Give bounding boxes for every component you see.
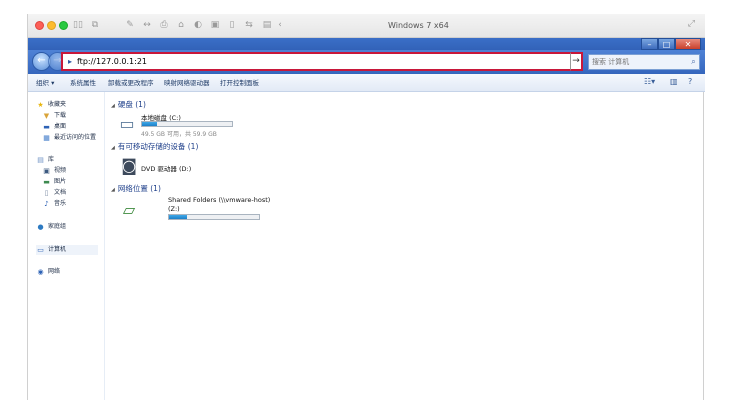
drive-c-usage-bar (141, 121, 233, 127)
address-bar[interactable]: ▸ ▾ (61, 52, 582, 71)
nav-label: 文档 (54, 189, 67, 196)
homegroup-icon: ● (37, 223, 44, 231)
nav-item-desktop[interactable]: ▬ 桌面 (42, 122, 66, 132)
camera-icon[interactable]: ▣ (209, 19, 221, 32)
search-icon[interactable]: ⌕ (688, 57, 699, 67)
nav-label: 视频 (54, 167, 67, 174)
system-properties-button[interactable]: 系统属性 (70, 78, 96, 88)
group-label: 硬盘 (1) (117, 100, 146, 109)
printer-icon[interactable]: ⎙ (158, 19, 170, 32)
content-area: ◢ 硬盘 (1) ▭ 本地磁盘 (C:) 49.5 GB 可用，共 59.9 GB… (106, 92, 705, 400)
view-options-icon[interactable]: ☷▾ (644, 77, 655, 86)
music-icon: ♪ (44, 200, 49, 208)
command-bar: 组织 ▾ 系统属性 卸载或更改程序 映射网络驱动器 打开控制面板 ☷▾ ▥ ? (28, 74, 705, 92)
nav-item-homegroup[interactable]: ● 家庭组 (36, 222, 66, 232)
drive-c-usage-fill (142, 122, 158, 126)
nav-label: 桌面 (54, 123, 67, 130)
screenshot-icon[interactable]: ⧉ (90, 19, 100, 32)
recent-places-icon: ▦ (43, 134, 50, 142)
nav-label: 下载 (54, 112, 67, 119)
nav-item-computer[interactable]: ▭ 计算机 (36, 245, 98, 255)
shared-folders-name[interactable]: Shared Folders (\\vmware-host) (168, 196, 270, 204)
group-label: 有可移动存储的设备 (1) (117, 142, 199, 151)
sidebar-icon[interactable]: ▯▯ (72, 19, 84, 32)
collapse-triangle-icon: ◢ (111, 187, 115, 193)
preview-pane-icon[interactable]: ▥ (670, 77, 678, 86)
chevron-left-icon[interactable]: ‹ (275, 19, 285, 32)
network-folder-icon: ▸ (67, 57, 72, 66)
nav-label: 家庭组 (48, 223, 67, 230)
shared-folders-usage-fill (169, 215, 187, 219)
nav-item-downloads[interactable]: ▼ 下载 (42, 111, 66, 121)
help-icon[interactable]: ? (688, 77, 692, 86)
share-icon[interactable]: ⇆ (243, 19, 255, 32)
shared-folders-letter: (Z:) (168, 205, 180, 213)
nav-label: 图片 (54, 178, 67, 185)
mac-titlebar: ▯▯ ⧉ ✎ ↔ ⎙ ⌂ ◐ ▣ ▯ ⇆ ▤ ‹ Windows 7 x64 ⤢ (28, 14, 705, 38)
usb-icon[interactable]: ▯ (226, 19, 238, 32)
vm-window: ▯▯ ⧉ ✎ ↔ ⎙ ⌂ ◐ ▣ ▯ ⇆ ▤ ‹ Windows 7 x64 ⤢… (27, 14, 705, 400)
nav-item-recent[interactable]: ▦ 最近访问的位置 (42, 133, 96, 143)
shared-folder-icon[interactable]: ▤ (260, 19, 274, 32)
navigation-row: ← → ▸ ▾ → ⌕ (28, 50, 705, 74)
drive-d-name[interactable]: DVD 驱动器 (D:) (141, 163, 191, 173)
nav-label: 计算机 (48, 246, 67, 253)
libraries-icon: ▤ (37, 156, 44, 164)
pictures-icon: ▬ (43, 178, 50, 186)
nav-label: 音乐 (54, 200, 67, 207)
downloads-folder-icon: ▼ (43, 112, 50, 120)
search-input[interactable] (589, 58, 688, 66)
drive-c-free-space: 49.5 GB 可用，共 59.9 GB (141, 131, 217, 138)
network-drive-icon: ▱ (122, 200, 136, 219)
nav-item-videos[interactable]: ▣ 视频 (42, 166, 66, 176)
star-icon: ★ (37, 101, 44, 109)
nav-item-music[interactable]: ♪ 音乐 (42, 199, 66, 209)
nav-label: 库 (48, 156, 55, 163)
nav-label: 收藏夹 (48, 101, 67, 108)
group-header-network-locations[interactable]: ◢ 网络位置 (1) (111, 183, 161, 194)
shared-folders-usage-bar (168, 214, 260, 220)
close-button[interactable]: ✕ (675, 38, 701, 50)
video-icon: ▣ (43, 167, 50, 175)
minimize-window-button[interactable] (47, 21, 56, 30)
nav-item-favorites[interactable]: ★ 收藏夹 (36, 100, 66, 110)
settings-icon[interactable]: ✎ (124, 19, 136, 32)
collapse-triangle-icon: ◢ (111, 145, 115, 151)
navigation-pane: ★ 收藏夹 ▼ 下载 ▬ 桌面 ▦ 最近访问的位置 ▤ 库 ▣ 视频 ▬ 图片 ▯ 文档 ♪ 音乐… (28, 92, 105, 400)
go-button[interactable]: → (570, 52, 583, 71)
address-input[interactable] (77, 54, 568, 69)
group-header-hard-disks[interactable]: ◢ 硬盘 (1) (111, 99, 146, 110)
desktop-icon: ▬ (43, 123, 50, 131)
fullscreen-icon[interactable]: ⤢ (688, 19, 695, 29)
computer-icon: ▭ (37, 246, 44, 254)
group-label: 网络位置 (1) (117, 184, 161, 193)
network-icon: ◉ (37, 268, 44, 276)
nav-label: 最近访问的位置 (54, 134, 97, 141)
map-network-drive-button[interactable]: 映射网络驱动器 (164, 78, 210, 88)
window-controls: – □ ✕ (641, 38, 701, 50)
open-control-panel-button[interactable]: 打开控制面板 (220, 78, 259, 88)
nav-label: 网络 (48, 268, 61, 275)
collapse-triangle-icon: ◢ (111, 103, 115, 109)
uninstall-program-button[interactable]: 卸载或更改程序 (108, 78, 154, 88)
vm-title: Windows 7 x64 (388, 21, 449, 30)
nav-item-libraries[interactable]: ▤ 库 (36, 155, 54, 165)
zoom-window-button[interactable] (59, 21, 68, 30)
organize-button[interactable]: 组织 ▾ (36, 78, 54, 88)
sound-icon[interactable]: ◐ (192, 19, 204, 32)
local-disk-icon: ▭ (119, 114, 135, 133)
dvd-drive-icon: ◙ (121, 156, 137, 175)
nav-item-pictures[interactable]: ▬ 图片 (42, 177, 66, 187)
search-box[interactable]: ⌕ (588, 54, 700, 70)
nav-item-network[interactable]: ◉ 网络 (36, 267, 60, 277)
group-header-removable[interactable]: ◢ 有可移动存储的设备 (1) (111, 141, 198, 152)
minimize-button[interactable]: – (641, 38, 658, 50)
nav-item-documents[interactable]: ▯ 文档 (42, 188, 66, 198)
arrows-icon[interactable]: ↔ (141, 19, 153, 32)
documents-icon: ▯ (44, 189, 49, 197)
maximize-button[interactable]: □ (658, 38, 675, 50)
close-window-button[interactable] (35, 21, 44, 30)
lock-icon[interactable]: ⌂ (175, 19, 187, 32)
